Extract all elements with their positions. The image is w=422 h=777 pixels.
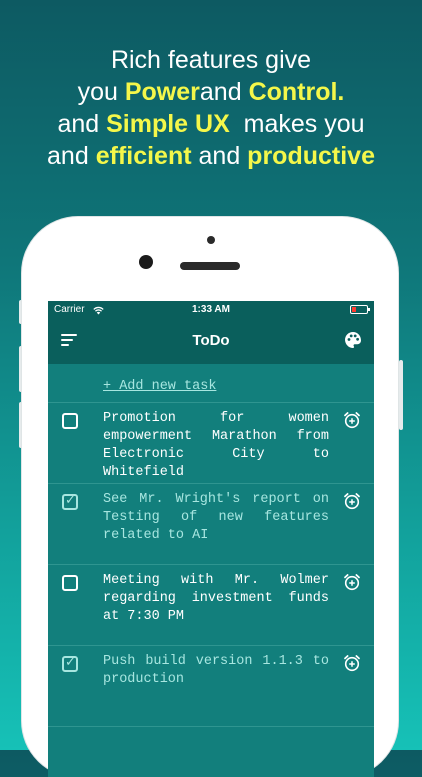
task-checkbox[interactable] (62, 575, 78, 591)
status-bar: Carrier 1:33 AM (48, 301, 374, 319)
phone-front-camera (139, 255, 153, 269)
task-text[interactable]: Push build version 1.1.3 to production (103, 653, 329, 689)
palette-icon[interactable] (344, 331, 362, 349)
nav-bar: ToDo (48, 319, 374, 364)
add-task-row: + Add new task (48, 364, 374, 402)
battery-icon (350, 305, 370, 314)
app-screen: Carrier 1:33 AM ToDo + Add new task Prom… (48, 301, 374, 777)
phone-power-button (399, 360, 403, 430)
checkmark-icon: ✓ (65, 493, 76, 508)
task-row[interactable]: Meeting with Mr. Wolmer regarding invest… (48, 565, 374, 646)
task-checkbox[interactable] (62, 413, 78, 429)
phone-sensor (207, 236, 215, 244)
headline-highlight-productive: productive (247, 142, 375, 170)
checkmark-icon: ✓ (65, 655, 76, 670)
task-text[interactable]: See Mr. Wright's report on Testing of ne… (103, 491, 329, 545)
add-task-link[interactable]: + Add new task (103, 379, 216, 394)
headline-highlight-simple-ux: Simple UX (106, 110, 230, 138)
task-row[interactable]: ✓ Push build version 1.1.3 to production (48, 646, 374, 727)
headline-text: and (191, 142, 248, 170)
headline-text: and (199, 78, 249, 106)
task-row[interactable]: Promotion for women empowerment Marathon… (48, 402, 374, 484)
headline-line-4: and efficient and productive (0, 140, 422, 172)
alarm-add-icon[interactable] (343, 573, 361, 591)
headline-text: and (47, 142, 96, 170)
headline-text: and (57, 110, 107, 138)
alarm-add-icon[interactable] (343, 654, 361, 672)
alarm-add-icon[interactable] (343, 492, 361, 510)
headline-highlight-power: Power (124, 78, 200, 106)
phone-speaker (180, 262, 240, 270)
headline-line-2: you Powerand Control. (0, 76, 422, 108)
task-text[interactable]: Meeting with Mr. Wolmer regarding invest… (103, 572, 329, 626)
phone-frame: Carrier 1:33 AM ToDo + Add new task Prom… (22, 217, 398, 777)
task-list: Promotion for women empowerment Marathon… (48, 402, 374, 727)
headline: Rich features give you Powerand Control.… (0, 44, 422, 172)
headline-highlight-efficient: efficient (95, 142, 192, 170)
alarm-add-icon[interactable] (343, 411, 361, 429)
headline-line-3: and Simple UX makes you (0, 108, 422, 140)
headline-highlight-control: Control. (248, 78, 345, 106)
headline-line-1: Rich features give (0, 44, 422, 76)
task-checkbox[interactable]: ✓ (62, 493, 78, 510)
status-time: 1:33 AM (192, 304, 230, 315)
app-title: ToDo (192, 332, 230, 349)
headline-text: makes you (229, 110, 365, 138)
headline-text: you (77, 78, 125, 106)
task-row[interactable]: ✓ See Mr. Wright's report on Testing of n… (48, 484, 374, 565)
headline-text: Rich features give (110, 46, 312, 74)
task-checkbox[interactable]: ✓ (62, 655, 78, 672)
task-text[interactable]: Promotion for women empowerment Marathon… (103, 410, 329, 482)
